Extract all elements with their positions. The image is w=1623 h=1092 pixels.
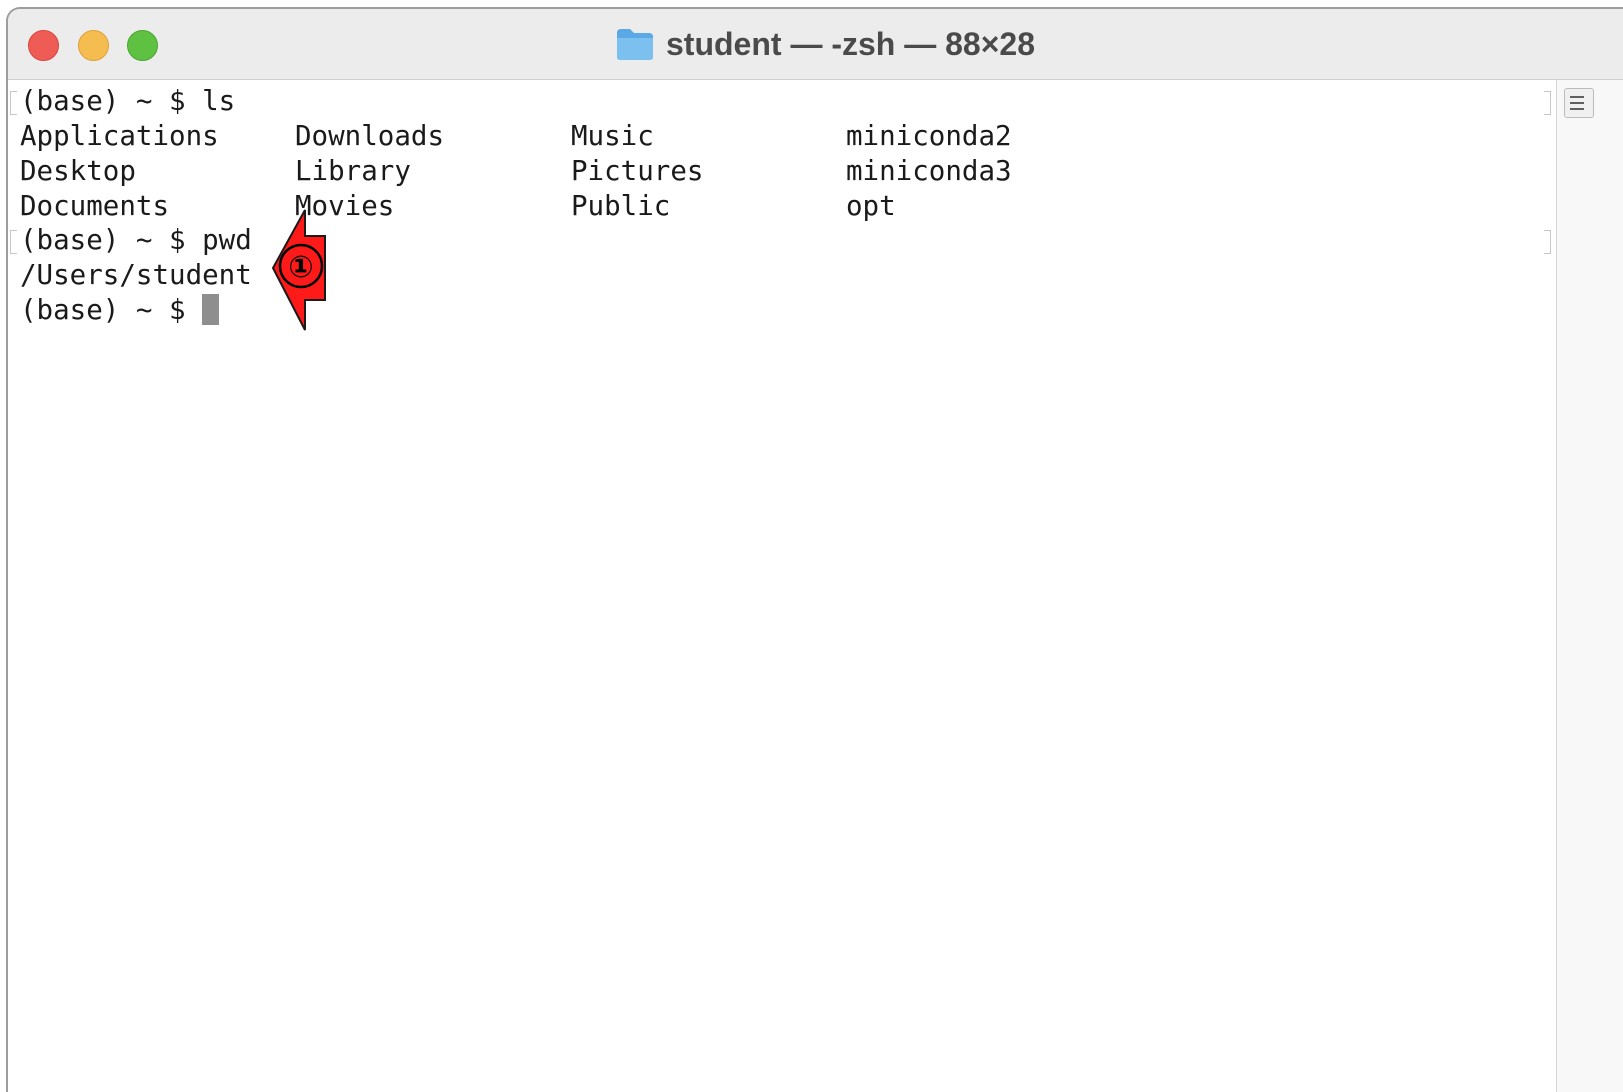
command-mark-left: [10, 230, 17, 254]
prompt-line[interactable]: (base) ~ $: [20, 293, 220, 328]
window-title: student — -zsh — 88×28: [666, 25, 1035, 62]
ls-item: Library: [295, 155, 411, 187]
ls-item: Music: [571, 120, 654, 152]
command-line-ls: (base) ~ $ ls: [20, 85, 236, 117]
command-mark-right: [1544, 230, 1551, 254]
command-line-pwd: (base) ~ $ pwd: [20, 224, 252, 256]
pwd-output: /Users/student: [20, 259, 252, 291]
step-marker-label: ①: [288, 250, 313, 285]
title-bar[interactable]: student — -zsh — 88×28: [8, 9, 1623, 80]
callout-arrow: ①: [271, 209, 326, 331]
ls-item: Downloads: [295, 120, 445, 152]
scroll-marks-button[interactable]: [1564, 88, 1594, 118]
scrollbar[interactable]: [1556, 80, 1623, 1092]
ls-item: Public: [571, 190, 671, 222]
ls-item: Desktop: [20, 155, 136, 187]
lines-icon: [1570, 108, 1584, 110]
lines-icon: [1570, 96, 1584, 98]
ls-item: Applications: [20, 120, 219, 152]
ls-item: opt: [846, 190, 896, 222]
text-cursor: [202, 294, 220, 325]
ls-item: miniconda3: [846, 155, 1012, 187]
folder-icon: [617, 29, 653, 60]
lines-icon: [1570, 102, 1584, 104]
prompt-text: (base) ~ $: [20, 294, 203, 326]
ls-item: Pictures: [571, 155, 704, 187]
command-mark-right: [1544, 91, 1551, 115]
ls-item: miniconda2: [846, 120, 1012, 152]
title-group: student — -zsh — 88×28: [8, 9, 1623, 79]
terminal-window: student — -zsh — 88×28 (base) ~ $ ls App…: [6, 7, 1623, 1092]
command-mark-left: [10, 91, 17, 115]
ls-item: Documents: [20, 190, 170, 222]
terminal-content[interactable]: (base) ~ $ ls Applications Downloads Mus…: [8, 80, 1623, 1092]
